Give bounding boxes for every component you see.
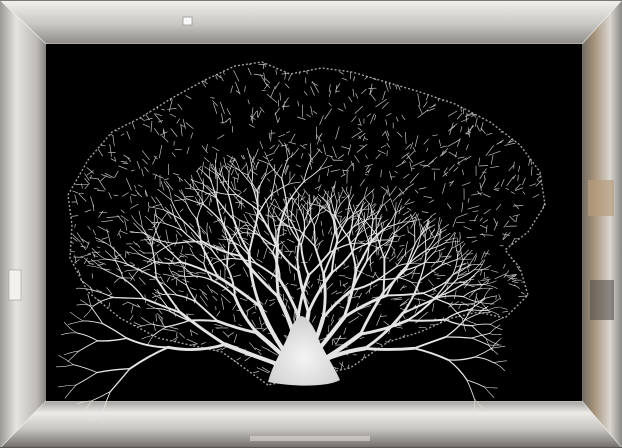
mirror-bevel-left [0,0,46,448]
reflection-outlet [182,16,193,26]
mirrored-frame-artwork [0,0,622,448]
artwork-canvas [0,0,622,448]
mirror-bevel-right [582,0,622,448]
mirror-bevel-top [0,0,622,44]
